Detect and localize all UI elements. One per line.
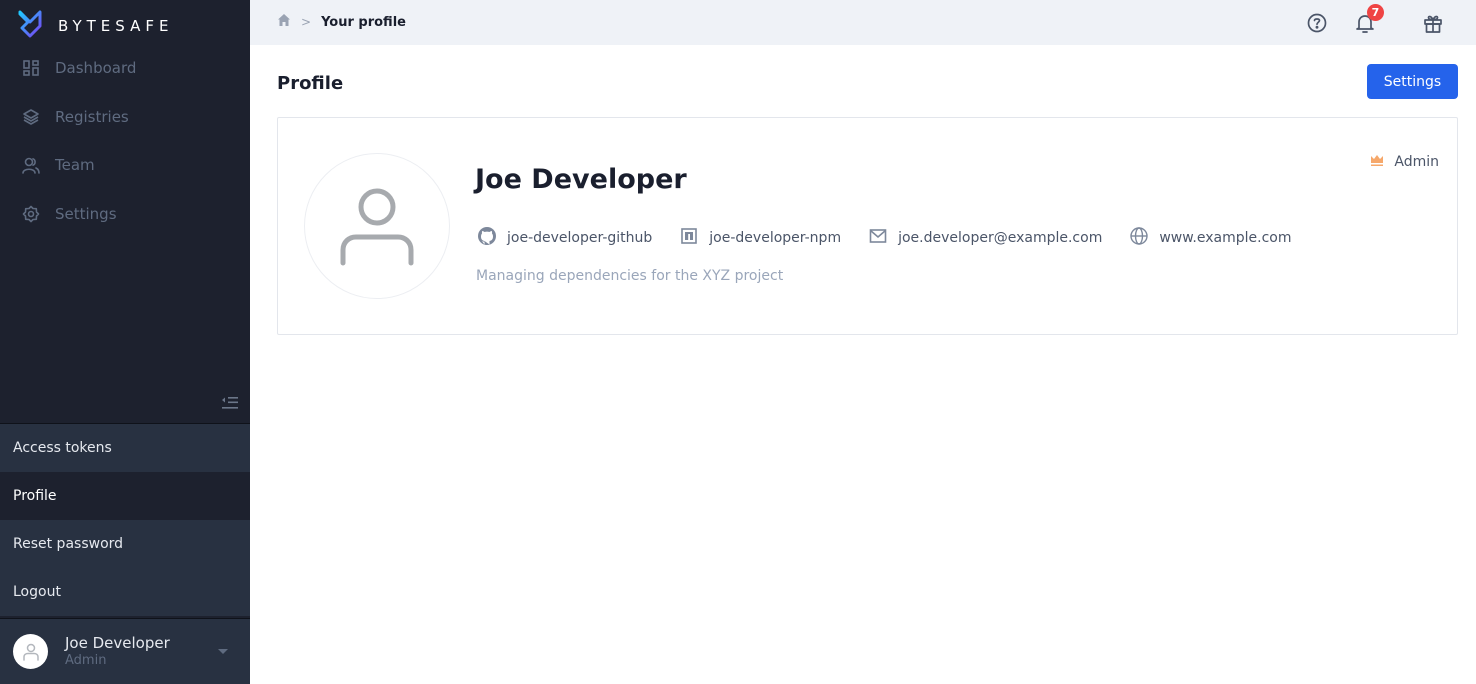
sidebar-item-label: Registries xyxy=(55,107,129,126)
gear-icon xyxy=(22,205,40,223)
mail-icon xyxy=(868,226,898,250)
email-address: joe.developer@example.com xyxy=(898,230,1103,246)
npm-username: joe-developer-npm xyxy=(709,230,842,246)
profile-avatar xyxy=(304,153,450,299)
collapse-sidebar-icon xyxy=(220,397,240,416)
user-name: Joe Developer xyxy=(65,633,170,652)
menu-item-logout[interactable]: Logout xyxy=(0,568,250,616)
crown-icon xyxy=(1370,153,1394,171)
sidebar-item-dashboard[interactable]: Dashboard xyxy=(0,44,250,93)
user-role: Admin xyxy=(65,652,107,668)
breadcrumb: > Your profile xyxy=(277,13,406,31)
globe-icon xyxy=(1129,226,1159,250)
npm-link[interactable]: joe-developer-npm xyxy=(679,226,841,250)
sidebar-nav: Dashboard Registries Team Settings xyxy=(0,44,250,238)
page-title: Profile xyxy=(277,73,344,94)
menu-item-reset-password[interactable]: Reset password xyxy=(0,520,250,568)
website-url: www.example.com xyxy=(1159,230,1292,246)
github-link[interactable]: joe-developer-github xyxy=(477,226,652,250)
user-placeholder-icon xyxy=(340,188,414,266)
sidebar-item-label: Dashboard xyxy=(55,59,137,78)
profile-bio: Managing dependencies for the XYZ projec… xyxy=(476,268,784,284)
sidebar-item-team[interactable]: Team xyxy=(0,141,250,190)
notification-count-badge: 7 xyxy=(1367,4,1384,21)
avatar xyxy=(13,634,48,669)
profile-name: Joe Developer xyxy=(475,164,687,195)
email-link[interactable]: joe.developer@example.com xyxy=(868,226,1102,250)
home-icon[interactable] xyxy=(277,13,291,31)
github-icon xyxy=(477,226,507,250)
help-button[interactable] xyxy=(1306,12,1328,34)
profile-links: joe-developer-github joe-developer-npm j… xyxy=(477,226,1318,250)
role-badge: Admin xyxy=(1370,153,1439,171)
collapse-sidebar-button[interactable] xyxy=(220,394,240,412)
user-menu: Access tokens Profile Reset password Log… xyxy=(0,423,250,616)
sidebar-item-registries[interactable]: Registries xyxy=(0,93,250,142)
layers-icon xyxy=(22,108,40,126)
settings-button[interactable]: Settings xyxy=(1367,64,1458,99)
sidebar-item-label: Team xyxy=(55,156,95,175)
gift-icon xyxy=(1422,15,1444,38)
breadcrumb-separator: > xyxy=(301,15,312,29)
bytesafe-logo-icon xyxy=(18,10,42,42)
menu-item-access-tokens[interactable]: Access tokens xyxy=(0,424,250,472)
chevron-down-icon xyxy=(218,649,228,654)
website-link[interactable]: www.example.com xyxy=(1129,226,1291,250)
role-label: Admin xyxy=(1394,154,1439,170)
menu-item-profile[interactable]: Profile xyxy=(0,472,250,520)
logo[interactable]: BYTESAFE xyxy=(18,10,173,42)
team-icon xyxy=(22,156,40,175)
user-switcher[interactable]: Joe Developer Admin xyxy=(0,618,250,684)
profile-card: Joe Developer Admin joe-developer-github… xyxy=(277,117,1458,335)
sidebar-item-settings[interactable]: Settings xyxy=(0,190,250,239)
whats-new-button[interactable] xyxy=(1422,12,1444,34)
breadcrumb-current: Your profile xyxy=(321,14,406,30)
github-username: joe-developer-github xyxy=(507,230,653,246)
bell-icon xyxy=(1354,15,1376,38)
help-icon xyxy=(1306,13,1328,38)
npm-icon xyxy=(679,226,709,250)
top-bar: > Your profile xyxy=(250,0,1476,45)
dashboard-icon xyxy=(22,59,40,77)
logo-text: BYTESAFE xyxy=(58,17,174,35)
sidebar-item-label: Settings xyxy=(55,204,117,223)
sidebar: BYTESAFE Dashboard Registries Team Setti… xyxy=(0,0,250,684)
